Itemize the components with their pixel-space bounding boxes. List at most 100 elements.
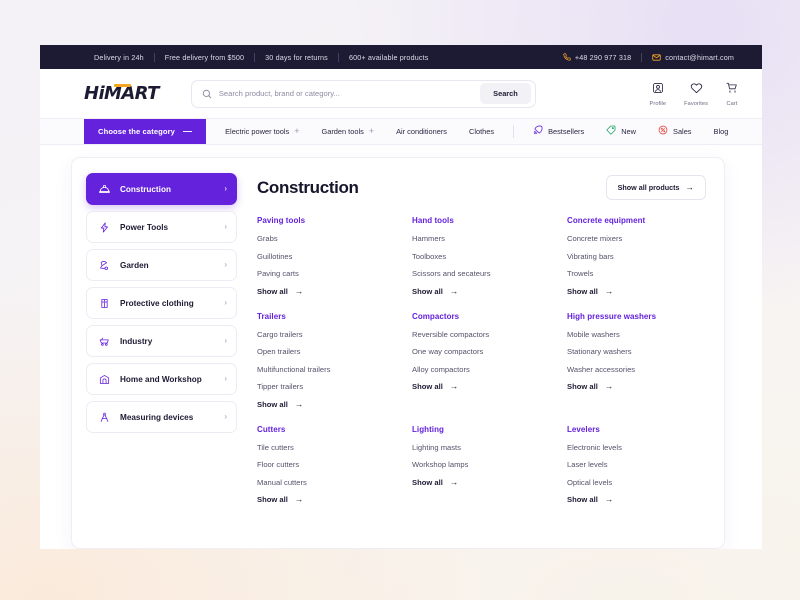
group-link[interactable]: Cargo trailers <box>257 330 396 339</box>
group-link[interactable]: Multifunctional trailers <box>257 365 396 374</box>
phone-link[interactable]: +48 290 977 318 <box>553 53 641 62</box>
phone-icon <box>563 53 571 61</box>
sidebar-item-protective-clothing[interactable]: Protective clothing › <box>86 287 237 319</box>
group-show-all-link[interactable]: Show all → <box>567 382 706 391</box>
choose-category-label: Choose the category <box>98 127 175 136</box>
mega-menu-area: Construction › Power Tools › <box>40 145 762 549</box>
group-link[interactable]: Manual cutters <box>257 478 396 487</box>
group-link[interactable]: Paving carts <box>257 269 396 278</box>
group-link[interactable]: Laser levels <box>567 460 706 469</box>
group-title[interactable]: Trailers <box>257 312 396 321</box>
arrow-right-icon: → <box>295 495 304 504</box>
sidebar-item-industry[interactable]: Industry › <box>86 325 237 357</box>
arrow-right-icon: → <box>450 287 459 296</box>
group-show-all-link[interactable]: Show all → <box>412 287 551 296</box>
nav-item-clothes[interactable]: Clothes <box>458 127 505 136</box>
group-title[interactable]: High pressure washers <box>567 312 706 321</box>
arrow-right-icon: → <box>605 382 614 391</box>
group-link[interactable]: Tile cutters <box>257 443 396 452</box>
site-header: HiMART Search Profile <box>40 69 762 118</box>
group-link[interactable]: Optical levels <box>567 478 706 487</box>
nav-item-blog[interactable]: Blog <box>703 127 740 136</box>
tag-icon <box>606 125 616 137</box>
cart-button[interactable]: Cart <box>726 81 738 107</box>
nav-item-bestsellers[interactable]: Bestsellers <box>522 125 595 137</box>
nav-item-sales[interactable]: Sales <box>647 125 703 137</box>
email-address: contact@himart.com <box>665 53 734 62</box>
category-groups: Paving tools Grabs Guillotines Paving ca… <box>257 216 706 520</box>
arrow-right-icon: → <box>295 287 304 296</box>
choose-category-button[interactable]: Choose the category — <box>84 119 206 144</box>
group-title[interactable]: Lighting <box>412 425 551 434</box>
group-show-all-link[interactable]: Show all → <box>567 495 706 504</box>
group-title[interactable]: Hand tools <box>412 216 551 225</box>
sidebar-item-measuring-devices[interactable]: Measuring devices › <box>86 401 237 433</box>
sidebar-item-home-and-workshop[interactable]: Home and Workshop › <box>86 363 237 395</box>
main-navigation: Choose the category — Electric power too… <box>40 118 762 145</box>
group-link[interactable]: Vibrating bars <box>567 252 706 261</box>
group-show-all-link[interactable]: Show all → <box>257 400 396 409</box>
sidebar-item-construction[interactable]: Construction › <box>86 173 237 205</box>
group-title[interactable]: Concrete equipment <box>567 216 706 225</box>
site-logo[interactable]: HiMART <box>84 83 159 104</box>
group-link[interactable]: Trowels <box>567 269 706 278</box>
sidebar-item-power-tools[interactable]: Power Tools › <box>86 211 237 243</box>
group-link[interactable]: Guillotines <box>257 252 396 261</box>
topbar-contact: +48 290 977 318 contact@himart.com <box>553 53 744 62</box>
favorites-button[interactable]: Favorites <box>684 81 708 107</box>
group-link[interactable]: Tipper trailers <box>257 382 396 391</box>
group-title[interactable]: Cutters <box>257 425 396 434</box>
group-title[interactable]: Compactors <box>412 312 551 321</box>
group-link[interactable]: Washer accessories <box>567 365 706 374</box>
group-link[interactable]: Grabs <box>257 234 396 243</box>
nav-label: Blog <box>714 127 729 136</box>
group-title[interactable]: Paving tools <box>257 216 396 225</box>
sidebar-item-garden[interactable]: Garden › <box>86 249 237 281</box>
nav-label: Electric power tools <box>225 127 289 136</box>
promo-returns: 30 days for returns <box>255 53 338 62</box>
arrow-right-icon: → <box>605 287 614 296</box>
search-bar[interactable]: Search <box>191 80 536 108</box>
search-button[interactable]: Search <box>480 83 531 104</box>
group-show-all-link[interactable]: Show all → <box>567 287 706 296</box>
nav-label: Clothes <box>469 127 494 136</box>
search-input[interactable] <box>212 89 480 98</box>
profile-button[interactable]: Profile <box>650 81 667 107</box>
group-link[interactable]: Toolboxes <box>412 252 551 261</box>
group-link[interactable]: Electronic levels <box>567 443 706 452</box>
group-link[interactable]: Concrete mixers <box>567 234 706 243</box>
show-all-products-button[interactable]: Show all products → <box>606 175 706 200</box>
group-show-all-link[interactable]: Show all → <box>257 287 396 296</box>
phone-number: +48 290 977 318 <box>575 53 631 62</box>
nav-item-new[interactable]: New <box>595 125 647 137</box>
sidebar-item-label: Home and Workshop <box>120 375 202 384</box>
nav-item-air-conditioners[interactable]: Air conditioners <box>385 127 458 136</box>
group-link[interactable]: One way compactors <box>412 347 551 356</box>
group-link[interactable]: Reversible compactors <box>412 330 551 339</box>
group-link[interactable]: Mobile washers <box>567 330 706 339</box>
group-link[interactable]: Hammers <box>412 234 551 243</box>
nav-item-electric-power-tools[interactable]: Electric power tools + <box>214 127 310 136</box>
group-link[interactable]: Scissors and secateurs <box>412 269 551 278</box>
group-show-all-link[interactable]: Show all → <box>412 382 551 391</box>
group-show-all-link[interactable]: Show all → <box>257 495 396 504</box>
group-link[interactable]: Workshop lamps <box>412 460 551 469</box>
group-high-pressure-washers: High pressure washers Mobile washers Sta… <box>567 312 706 409</box>
cart-label: Cart <box>727 101 738 107</box>
minus-icon: — <box>183 127 192 136</box>
group-link[interactable]: Stationary washers <box>567 347 706 356</box>
sidebar-item-label: Protective clothing <box>120 299 194 308</box>
email-link[interactable]: contact@himart.com <box>642 53 744 62</box>
mega-menu-panel: Construction › Power Tools › <box>71 157 725 549</box>
group-link[interactable]: Open trailers <box>257 347 396 356</box>
nav-label: Air conditioners <box>396 127 447 136</box>
group-show-all-link[interactable]: Show all → <box>412 478 551 487</box>
plus-icon: + <box>369 127 374 136</box>
cart-icon <box>726 81 738 99</box>
group-link[interactable]: Alloy compactors <box>412 365 551 374</box>
chevron-right-icon: › <box>224 337 227 345</box>
group-link[interactable]: Lighting masts <box>412 443 551 452</box>
group-title[interactable]: Levelers <box>567 425 706 434</box>
nav-item-garden-tools[interactable]: Garden tools + <box>310 127 385 136</box>
group-link[interactable]: Floor cutters <box>257 460 396 469</box>
